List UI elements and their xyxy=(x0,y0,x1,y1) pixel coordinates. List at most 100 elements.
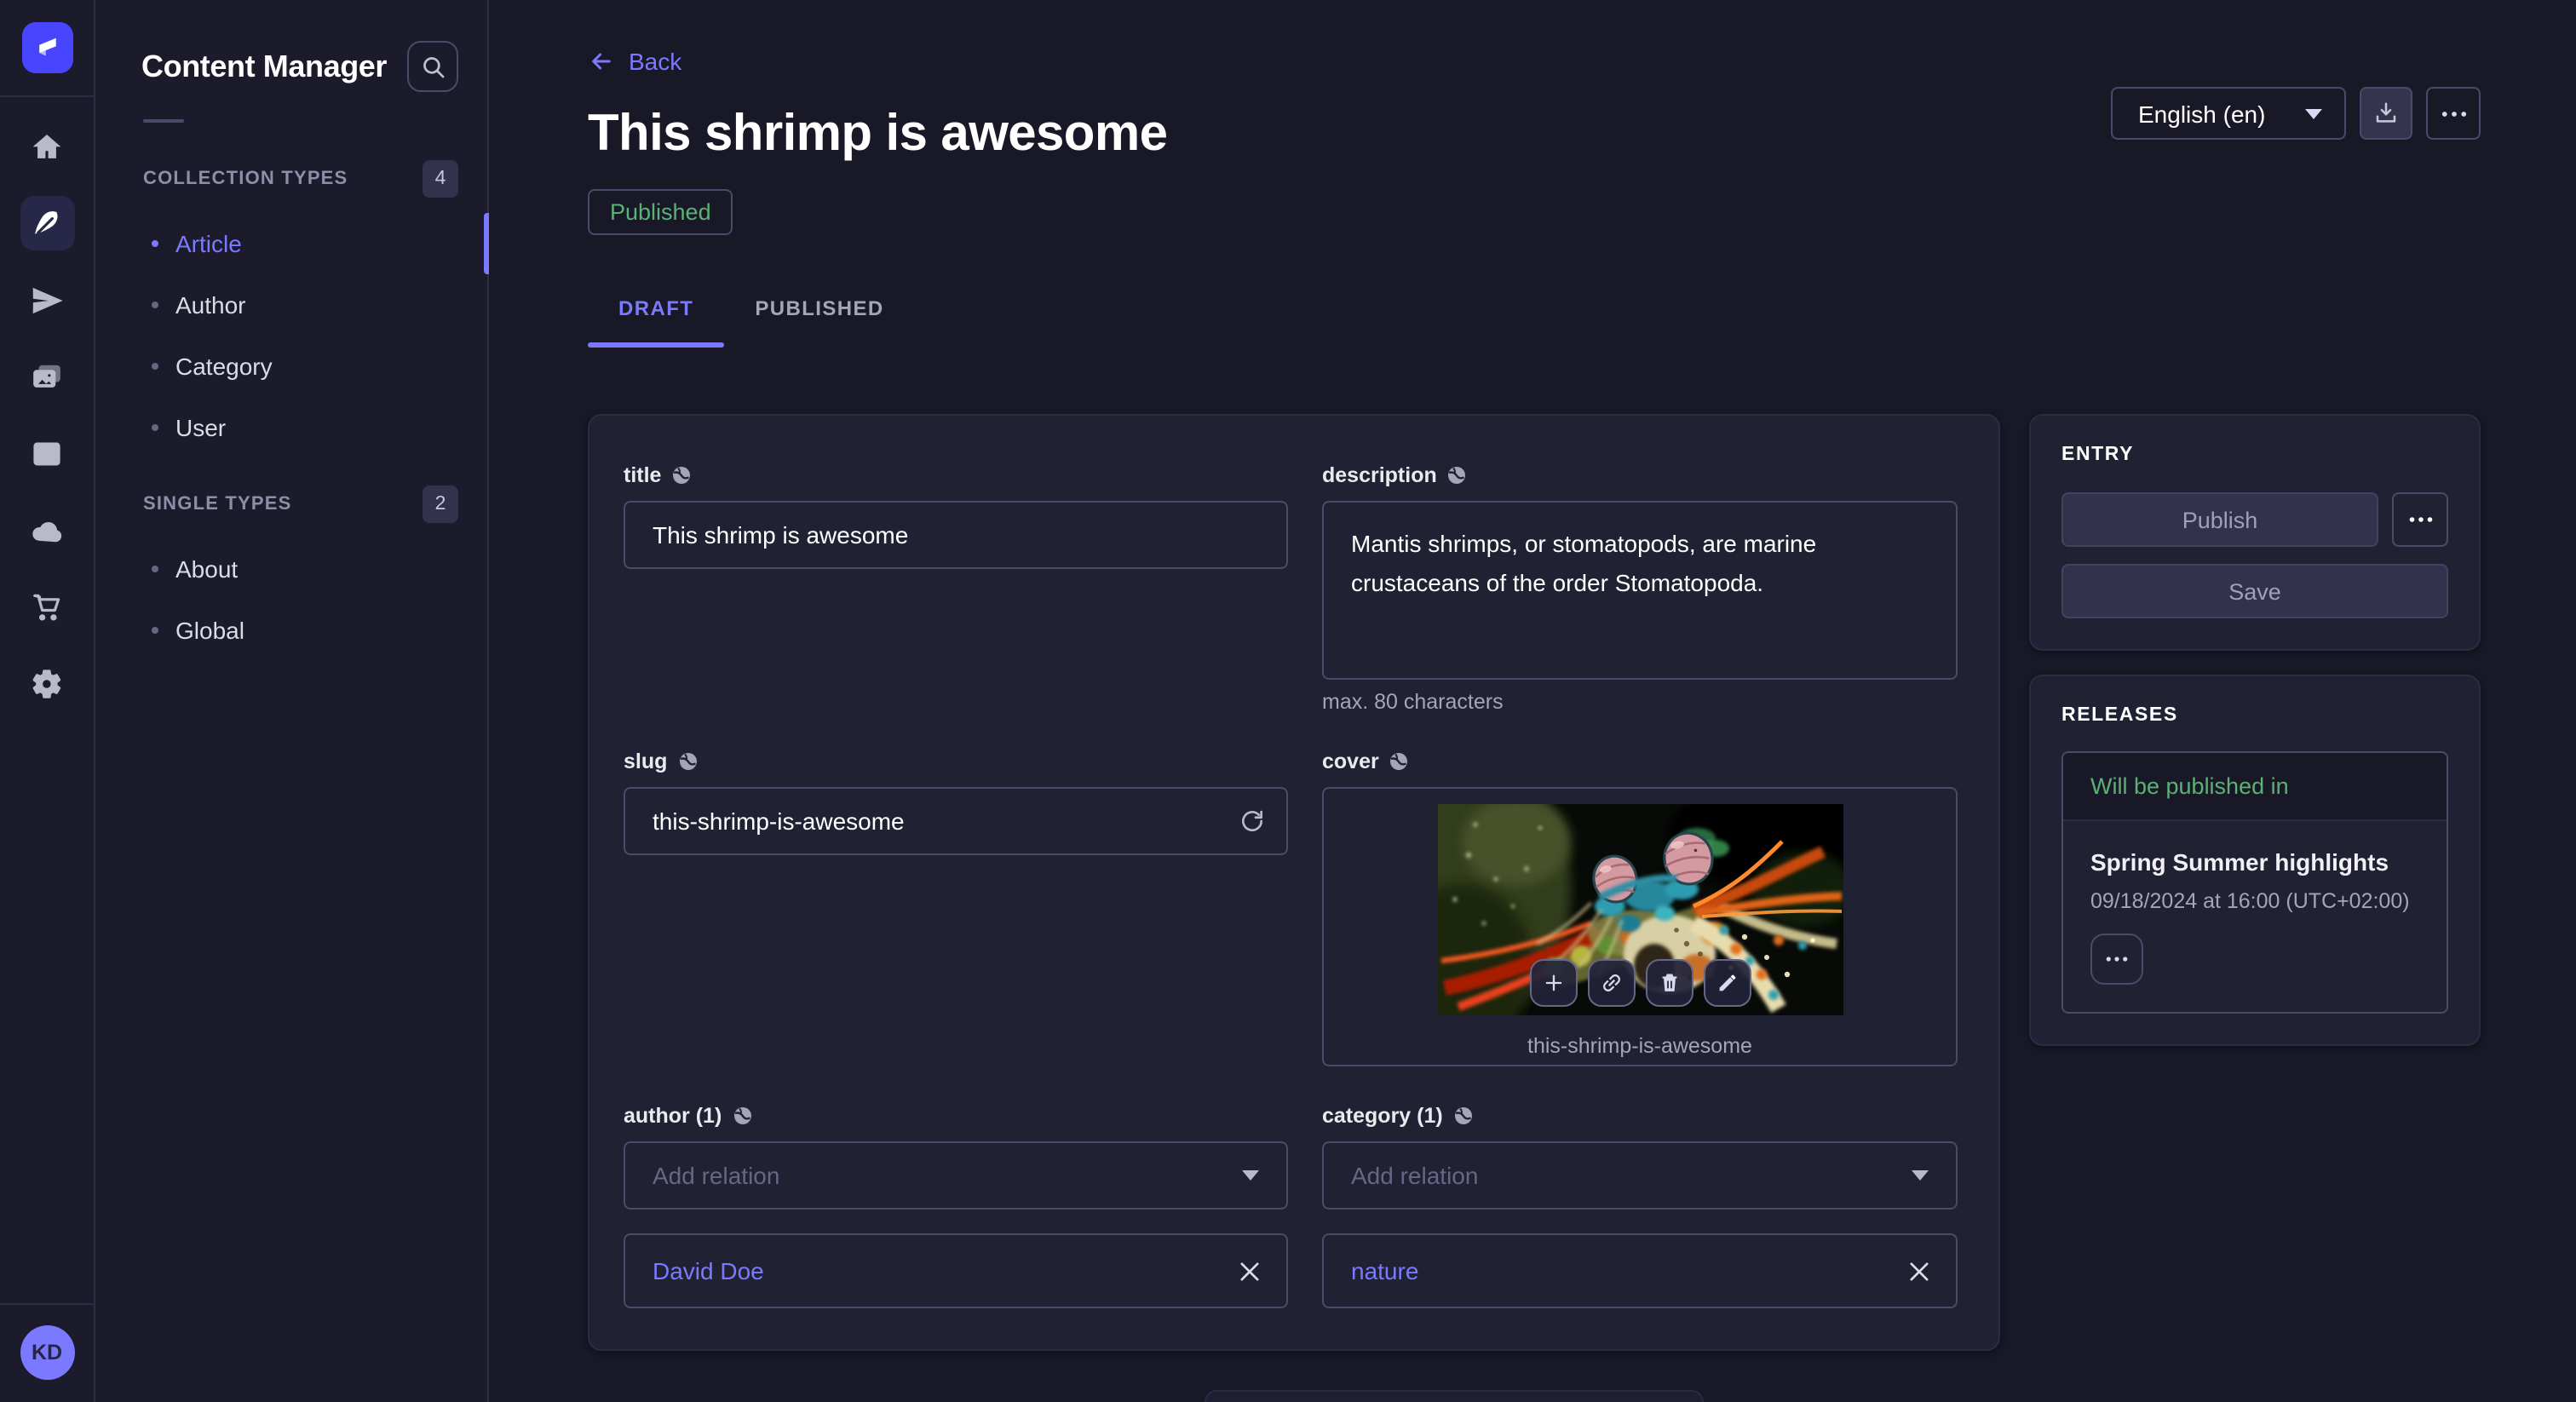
releases-panel-title: RELEASES xyxy=(2061,705,2448,726)
collection-types-count: 4 xyxy=(423,160,458,198)
remove-relation-icon[interactable] xyxy=(1240,1261,1259,1280)
trash-icon xyxy=(1657,971,1681,995)
sidebar-item-user[interactable]: User xyxy=(95,397,487,458)
release-status: Will be published in xyxy=(2063,753,2447,821)
tabs: DRAFT PUBLISHED xyxy=(588,279,2481,348)
releases-panel: RELEASES Will be published in Spring Sum… xyxy=(2029,675,2481,1046)
marketplace-cart-icon[interactable] xyxy=(20,579,74,634)
copy-link-button[interactable] xyxy=(1587,959,1635,1007)
rail-divider xyxy=(0,95,94,97)
more-actions-button[interactable] xyxy=(2426,87,2481,140)
globe-icon xyxy=(671,465,692,486)
author-relation-item[interactable]: David Doe xyxy=(624,1233,1288,1308)
entry-more-button[interactable] xyxy=(2392,492,2448,547)
cover-image[interactable] xyxy=(1437,804,1843,1015)
collection-types-label: COLLECTION TYPES xyxy=(143,169,348,189)
app-window: KD Content Manager COLLECTION TYPES 4 Ar… xyxy=(0,0,2576,1402)
single-types-label: SINGLE TYPES xyxy=(143,494,292,514)
side-column: ENTRY Publish Save xyxy=(2029,414,2481,1351)
edit-media-button[interactable] xyxy=(1703,959,1751,1007)
release-card: Will be published in Spring Summer highl… xyxy=(2061,751,2448,1014)
sidebar-item-article[interactable]: Article xyxy=(95,213,487,274)
link-icon xyxy=(1599,971,1623,995)
publish-button[interactable]: Publish xyxy=(2061,492,2378,547)
relation-value: David Doe xyxy=(653,1257,764,1284)
topbar-actions: English (en) xyxy=(2111,87,2481,140)
rail-bottom: KD xyxy=(0,1303,94,1402)
releases-icon[interactable] xyxy=(20,273,74,327)
sidebar-item-about[interactable]: About xyxy=(95,538,487,600)
cover-field-label: cover xyxy=(1322,750,1379,773)
edit-form-panel: title description xyxy=(588,414,2000,1351)
slug-input[interactable] xyxy=(624,787,1288,855)
sidebar-item-label: Global xyxy=(175,617,244,644)
pencil-icon xyxy=(1715,971,1739,995)
more-dots-icon xyxy=(2408,516,2432,523)
entry-panel-title: ENTRY xyxy=(2061,445,2448,465)
chevron-down-icon xyxy=(1242,1170,1259,1181)
plus-icon xyxy=(1541,971,1565,995)
description-field-label: description xyxy=(1322,463,1437,487)
content-manager-icon[interactable] xyxy=(20,196,74,250)
release-name: Spring Summer highlights xyxy=(2090,848,2419,876)
cover-actions xyxy=(1529,959,1751,1007)
category-relation-combobox[interactable]: Add relation xyxy=(1322,1141,1958,1210)
cover-filename: this-shrimp-is-awesome xyxy=(1527,1034,1752,1058)
search-button[interactable] xyxy=(407,41,458,92)
category-field-label: category (1) xyxy=(1322,1104,1443,1128)
single-types-count: 2 xyxy=(423,486,458,523)
search-icon xyxy=(420,54,446,79)
tab-draft[interactable]: DRAFT xyxy=(588,279,724,348)
release-more-button[interactable] xyxy=(2090,934,2143,985)
bullet-icon xyxy=(152,424,158,431)
field-description: description Mantis shrimps, or stomatopo… xyxy=(1322,463,1958,714)
relation-value: nature xyxy=(1351,1257,1418,1284)
sidebar-item-author[interactable]: Author xyxy=(95,274,487,336)
regenerate-slug-icon[interactable] xyxy=(1239,807,1266,835)
content-type-builder-icon[interactable] xyxy=(20,426,74,480)
sidebar-item-label: Article xyxy=(175,230,242,257)
settings-gear-icon[interactable] xyxy=(20,656,74,710)
author-field-label: author (1) xyxy=(624,1104,722,1128)
category-relation-item[interactable]: nature xyxy=(1322,1233,1958,1308)
cloud-icon[interactable] xyxy=(20,503,74,557)
tab-published[interactable]: PUBLISHED xyxy=(724,279,914,348)
globe-icon xyxy=(1453,1106,1474,1126)
user-avatar[interactable]: KD xyxy=(20,1325,74,1380)
strapi-logo[interactable] xyxy=(21,22,72,73)
description-textarea[interactable]: Mantis shrimps, or stomatopods, are mari… xyxy=(1322,501,1958,680)
back-label: Back xyxy=(629,48,681,75)
sidebar-item-category[interactable]: Category xyxy=(95,336,487,397)
field-author: author (1) Add relation xyxy=(624,1104,1288,1308)
field-title: title xyxy=(624,463,1288,714)
field-slug: slug xyxy=(624,750,1288,1066)
slug-field-label: slug xyxy=(624,750,667,773)
locale-select[interactable]: English (en) xyxy=(2111,87,2346,140)
main-area: Back English (en) This shrimp i xyxy=(489,0,2576,1402)
field-cover: cover xyxy=(1322,750,1958,1066)
title-field-label: title xyxy=(624,463,661,487)
sidebar-item-global[interactable]: Global xyxy=(95,600,487,661)
locale-value: English (en) xyxy=(2138,100,2265,127)
back-arrow-icon xyxy=(588,48,615,75)
delete-media-button[interactable] xyxy=(1645,959,1693,1007)
home-icon[interactable] xyxy=(20,119,74,174)
bullet-icon xyxy=(152,566,158,572)
export-button[interactable] xyxy=(2360,87,2412,140)
title-input[interactable] xyxy=(624,501,1288,569)
rail-bottom-divider xyxy=(0,1303,94,1305)
chevron-down-icon xyxy=(2305,108,2322,118)
author-relation-combobox[interactable]: Add relation xyxy=(624,1141,1288,1210)
chevron-down-icon xyxy=(1912,1170,1929,1181)
remove-relation-icon[interactable] xyxy=(1910,1261,1929,1280)
add-media-button[interactable] xyxy=(1529,959,1577,1007)
entry-panel: ENTRY Publish Save xyxy=(2029,414,2481,651)
save-button[interactable]: Save xyxy=(2061,564,2448,618)
nav-rail: KD xyxy=(0,0,95,1402)
media-library-icon[interactable] xyxy=(20,349,74,404)
sidebar-item-label: User xyxy=(175,414,226,441)
more-dots-icon xyxy=(2441,110,2466,117)
bullet-icon xyxy=(152,240,158,247)
sidebar-item-label: Category xyxy=(175,353,273,380)
back-link[interactable]: Back xyxy=(588,48,681,75)
